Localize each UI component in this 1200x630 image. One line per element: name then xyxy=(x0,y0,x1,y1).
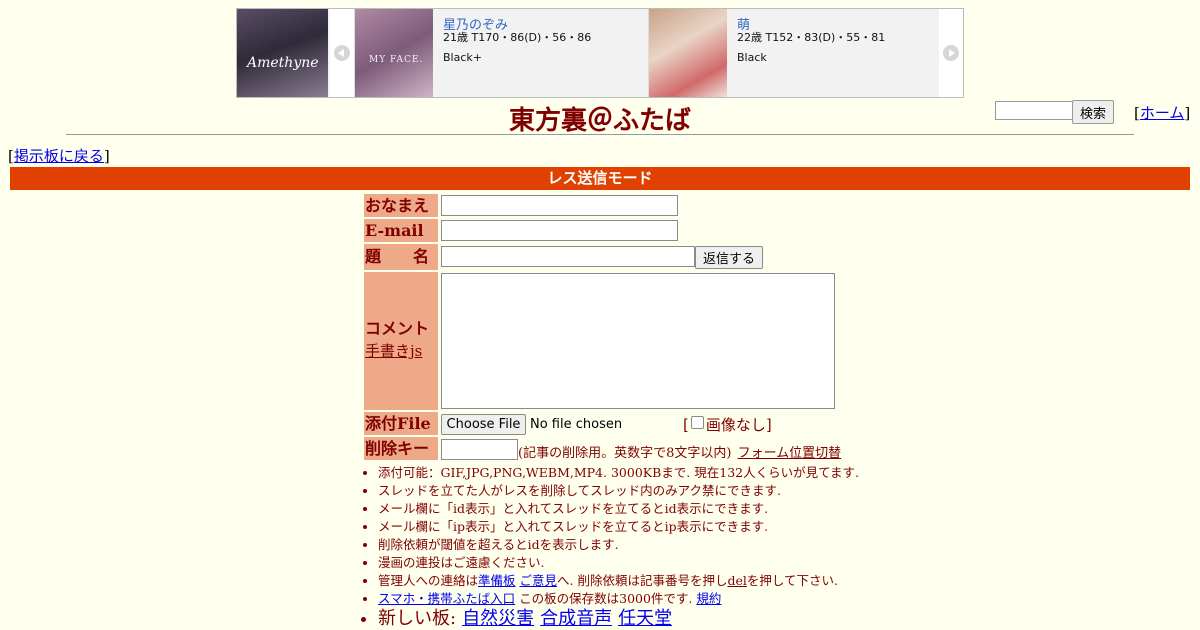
note-text: この板の保存数は3000件です. xyxy=(515,591,693,606)
banner-thumb-text: MY FACE. xyxy=(369,55,424,65)
subject-label: 題 名 xyxy=(364,244,438,270)
bracket: ] xyxy=(765,416,772,434)
ad-banner[interactable]: Amethyne MY FACE. 星乃のぞみ 21歳 T170・86(D)・5… xyxy=(236,8,964,98)
note-item: 管理人への連絡は準備板 ご意見へ. 削除依頼は記事番号を押しdelを押して下さい… xyxy=(378,572,859,590)
comment-textarea[interactable] xyxy=(441,273,835,409)
banner-card-rank: Black xyxy=(737,51,767,64)
note-item: 添付可能：GIF,JPG,PNG,WEBM,MP4. 3000KBまで. 現在1… xyxy=(378,464,859,482)
delete-key-input[interactable] xyxy=(441,439,518,460)
back-link-wrapper: [掲示板に戻る] xyxy=(8,145,110,166)
delete-key-note: (記事の削除用。英数字で8文字以内) xyxy=(518,446,732,461)
new-board-link-nintendo[interactable]: 任天堂 xyxy=(618,608,672,629)
search-button[interactable]: 検索 xyxy=(1072,100,1114,124)
note-item: メール欄に「ip表示」と入れてスレッドを立てるとip表示にできます. xyxy=(378,518,859,536)
submit-reply-button[interactable]: 返信する xyxy=(695,246,763,269)
note-item: スレッドを立てた人がレスを削除してスレッド内のみアク禁にできます. xyxy=(378,482,859,500)
banner-thumb-2[interactable] xyxy=(649,9,727,97)
bracket: [ xyxy=(683,416,689,434)
search-input[interactable] xyxy=(995,101,1075,120)
choose-file-button[interactable]: Choose File xyxy=(441,414,526,435)
file-label: 添付File xyxy=(364,412,438,435)
rules-link[interactable]: 規約 xyxy=(696,591,721,606)
board-notes-list: 添付可能：GIF,JPG,PNG,WEBM,MP4. 3000KBまで. 現在1… xyxy=(362,464,859,630)
banner-card-rank: Black+ xyxy=(443,51,482,64)
note-item: 削除依頼が閾値を超えるとidを表示します. xyxy=(378,536,859,554)
banner-thumb-1[interactable]: MY FACE. xyxy=(355,9,433,97)
name-label: おなまえ xyxy=(364,194,438,217)
mobile-entrance-link[interactable]: スマホ・携帯ふたば入口 xyxy=(378,591,515,606)
subject-input[interactable] xyxy=(441,246,695,267)
bracket: ] xyxy=(1184,104,1191,122)
note-item: メール欄に「id表示」と入れてスレッドを立てるとid表示にできます. xyxy=(378,500,859,518)
home-link-wrapper: [ホーム] xyxy=(1134,102,1190,123)
note-item: スマホ・携帯ふたば入口 この板の保存数は3000件です. 規約 xyxy=(378,590,859,608)
banner-image-text: Amethyne xyxy=(247,55,319,71)
chevron-right-icon xyxy=(943,45,959,61)
delete-key-note-wrapper: (記事の削除用。英数字で8文字以内) フォーム位置切替 xyxy=(518,442,841,461)
back-to-board-link[interactable]: 掲示板に戻る xyxy=(14,147,104,165)
banner-image-left[interactable]: Amethyne xyxy=(237,9,328,97)
home-link[interactable]: ホーム xyxy=(1140,104,1185,122)
comment-label-text: コメント xyxy=(365,319,430,338)
file-status-text: No file chosen xyxy=(530,417,623,432)
delete-key-label: 削除キー xyxy=(364,437,438,460)
handwriting-link[interactable]: 手書きjs xyxy=(365,342,422,360)
banner-card-1[interactable]: MY FACE. 星乃のぞみ 21歳 T170・86(D)・56・86 Blac… xyxy=(354,9,647,97)
note-item: 漫画の連投はご遠慮ください. xyxy=(378,554,859,572)
email-input[interactable] xyxy=(441,220,678,241)
reply-mode-bar: レス送信モード xyxy=(10,167,1190,190)
no-image-checkbox[interactable] xyxy=(690,416,704,429)
banner-next-button[interactable] xyxy=(939,9,963,97)
banner-card-2[interactable]: 萌 22歳 T152・83(D)・55・81 Black xyxy=(648,9,941,97)
feedback-link[interactable]: ご意見 xyxy=(520,573,558,588)
note-item-new-boards: 新しい板:自然災害合成音声任天堂 xyxy=(378,608,859,630)
del-link[interactable]: del xyxy=(727,573,746,588)
form-position-toggle-link[interactable]: フォーム位置切替 xyxy=(738,446,842,461)
email-label: E-mail xyxy=(364,219,438,242)
bracket: ] xyxy=(103,147,110,165)
no-image-label: 画像なし xyxy=(705,416,766,434)
new-board-link-disaster[interactable]: 自然災害 xyxy=(462,608,534,629)
new-board-link-synth-voice[interactable]: 合成音声 xyxy=(540,608,612,629)
note-text: へ. 削除依頼は記事番号を押し xyxy=(557,573,728,588)
banner-prev-button[interactable] xyxy=(330,9,354,97)
comment-label: コメント 手書きjs xyxy=(364,272,438,410)
note-text: を押して下さい. xyxy=(746,573,838,588)
divider xyxy=(66,134,1134,135)
note-text: 管理人への連絡は xyxy=(378,573,479,588)
chevron-left-icon xyxy=(334,45,350,61)
name-input[interactable] xyxy=(441,195,678,216)
banner-card-spec: 22歳 T152・83(D)・55・81 xyxy=(737,31,886,44)
new-boards-label: 新しい板: xyxy=(378,608,457,629)
no-image-option: [ 画像なし] xyxy=(683,414,772,435)
prep-board-link[interactable]: 準備板 xyxy=(478,573,516,588)
banner-card-spec: 21歳 T170・86(D)・56・86 xyxy=(443,31,592,44)
